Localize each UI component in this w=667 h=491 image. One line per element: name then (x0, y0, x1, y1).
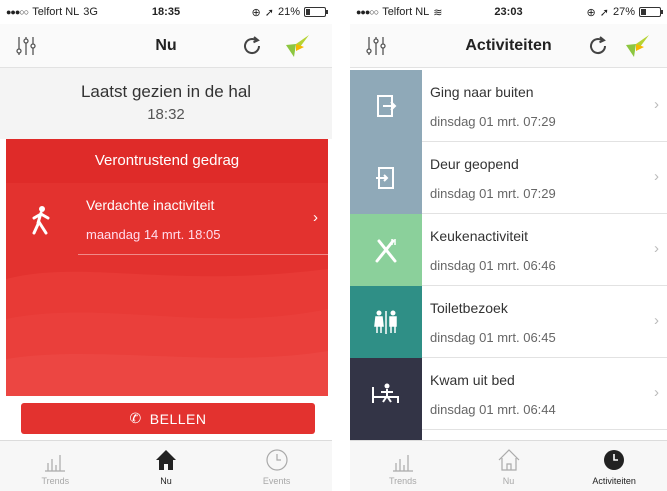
chevron-right-icon: › (654, 168, 659, 185)
tab-label: Trends (41, 476, 70, 486)
tab-label: Trends (388, 476, 417, 486)
signal-icon: ●●●○○ (6, 7, 29, 17)
tab-bar: Trends Nu Events (0, 440, 332, 491)
network-label: 3G (83, 6, 98, 18)
bar-chart-icon (392, 455, 413, 472)
bird-logo-icon (286, 35, 309, 57)
page-title: Activiteiten (465, 36, 552, 54)
activity-title: Ging naar buiten (430, 84, 534, 100)
tab-label: Activiteiten (592, 476, 636, 486)
alert-time: maandag 14 mrt. 18:05 (86, 227, 221, 242)
lock-rotation-icon: ⊕ (586, 6, 596, 19)
tab-trends[interactable]: Trends (0, 441, 111, 491)
chevron-right-icon: › (654, 240, 659, 257)
status-bar: ●●●○○ Telfort NL 3G 18:35 ⊕ ➚ 21% (0, 0, 332, 24)
wave-background (6, 269, 328, 396)
list-item[interactable]: Keukenactiviteit dinsdag 01 mrt. 06:46 › (350, 214, 667, 286)
activity-tile (350, 358, 422, 430)
lock-rotation-icon: ⊕ (251, 6, 261, 19)
alert-title: Verdachte inactiviteit (86, 197, 215, 213)
activity-time: dinsdag 01 mrt. 07:29 (430, 186, 556, 201)
screen-activiteiten: ●●●○○ Telfort NL ≋ 23:03 ⊕ ➚ 27% Activit… (350, 0, 667, 491)
walking-person-icon (32, 206, 50, 235)
list-item[interactable]: Deur geopend dinsdag 01 mrt. 07:29 › (350, 142, 667, 214)
refresh-icon[interactable] (586, 34, 610, 58)
clock-icon (604, 450, 625, 470)
activity-tile (350, 142, 422, 214)
status-time: 23:03 (494, 6, 523, 18)
cutlery-icon (375, 239, 397, 263)
status-time: 18:35 (151, 6, 181, 18)
tab-label: Nu (160, 476, 172, 486)
home-icon (156, 450, 176, 470)
battery-icon (639, 7, 663, 17)
divider (78, 254, 328, 255)
activity-time: dinsdag 01 mrt. 06:44 (430, 402, 556, 417)
chevron-right-icon: › (654, 312, 659, 329)
location-icon: ➚ (264, 6, 274, 19)
activity-list: Ging naar buiten dinsdag 01 mrt. 07:29 ›… (350, 70, 667, 440)
battery-icon (304, 7, 328, 17)
nav-bar: Activiteiten (350, 24, 667, 68)
chevron-right-icon: › (654, 384, 659, 401)
status-bar: ●●●○○ Telfort NL ≋ 23:03 ⊕ ➚ 27% (350, 0, 667, 24)
activity-title: Kwam uit bed (430, 372, 515, 388)
activity-tile (350, 70, 422, 142)
activity-tile (350, 214, 422, 286)
list-item[interactable] (350, 430, 667, 440)
clock-icon (266, 449, 288, 471)
nav-bar: Nu (0, 24, 332, 68)
tab-events[interactable]: Events (221, 441, 332, 491)
list-item[interactable]: Toiletbezoek dinsdag 01 mrt. 06:45 › (350, 286, 667, 358)
tab-label: Events (262, 476, 291, 486)
chevron-right-icon: › (654, 96, 659, 113)
settings-sliders-icon[interactable] (14, 34, 38, 58)
list-item[interactable]: Ging naar buiten dinsdag 01 mrt. 07:29 › (350, 70, 667, 142)
activity-time: dinsdag 01 mrt. 06:46 (430, 258, 556, 273)
screen-nu: ●●●○○ Telfort NL 3G 18:35 ⊕ ➚ 21% Nu Laa… (0, 0, 332, 491)
bird-logo-icon (626, 35, 649, 57)
tab-trends[interactable]: Trends (350, 441, 456, 491)
activity-title: Deur geopend (430, 156, 519, 172)
bed-icon (372, 383, 399, 403)
exit-door-icon (377, 95, 397, 117)
call-button-label: BELLEN (149, 410, 207, 427)
chevron-right-icon: › (313, 209, 318, 226)
tab-activiteiten[interactable]: Activiteiten (561, 441, 667, 491)
wifi-icon: ≋ (433, 6, 443, 19)
carrier-label: Telfort NL (32, 6, 80, 18)
restroom-icon (374, 310, 397, 334)
tab-label: Nu (502, 476, 515, 486)
activity-title: Toiletbezoek (430, 300, 508, 316)
location-icon: ➚ (599, 6, 609, 19)
carrier-label: Telfort NL (382, 6, 430, 18)
battery-percent: 27% (612, 6, 635, 18)
last-seen-panel: Laatst gezien in de hal 18:32 (0, 68, 332, 139)
alert-panel: Verontrustend gedrag Verdachte inactivit… (6, 139, 328, 396)
tab-nu[interactable]: Nu (456, 441, 562, 491)
bar-chart-icon (45, 455, 66, 472)
home-icon (498, 449, 519, 471)
last-seen-time: 18:32 (147, 106, 185, 123)
phone-icon: ✆ (129, 410, 142, 426)
activity-tile (350, 286, 422, 358)
settings-sliders-icon[interactable] (364, 34, 388, 58)
tab-nu[interactable]: Nu (111, 441, 222, 491)
refresh-icon[interactable] (240, 34, 264, 58)
activity-time: dinsdag 01 mrt. 06:45 (430, 330, 556, 345)
activity-tile (350, 430, 422, 440)
activity-title: Keukenactiviteit (430, 228, 529, 244)
alert-panel-title: Verontrustend gedrag (6, 139, 328, 183)
list-item[interactable]: Kwam uit bed dinsdag 01 mrt. 06:44 › (350, 358, 667, 430)
signal-icon: ●●●○○ (356, 7, 379, 17)
battery-percent: 21% (277, 6, 300, 18)
activity-time: dinsdag 01 mrt. 07:29 (430, 114, 556, 129)
door-icon (376, 167, 394, 189)
last-seen-location: Laatst gezien in de hal (80, 82, 252, 101)
tab-bar: Trends Nu Activiteiten (350, 440, 667, 491)
alert-item[interactable]: Verdachte inactiviteit maandag 14 mrt. 1… (6, 185, 328, 255)
call-button[interactable]: ✆ BELLEN (21, 403, 315, 434)
